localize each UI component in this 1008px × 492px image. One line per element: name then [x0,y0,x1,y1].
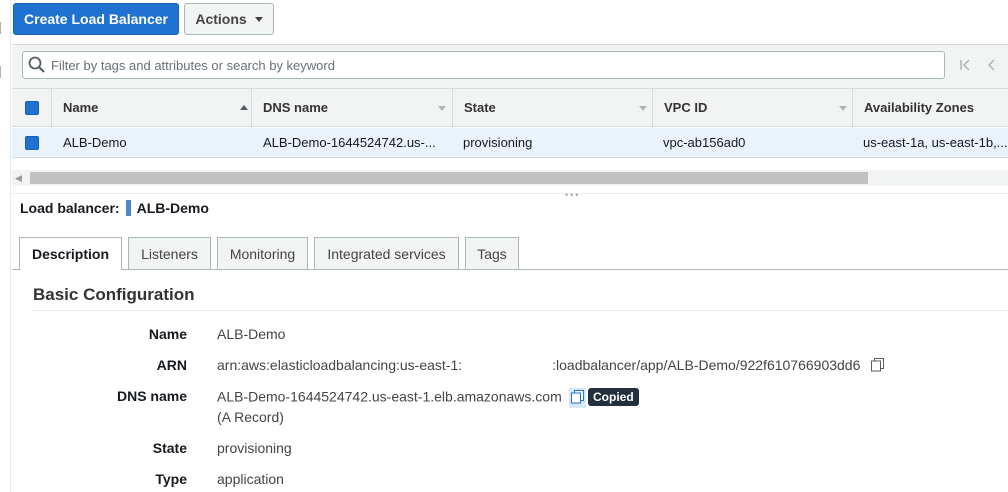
load-balancer-icon [125,200,131,216]
tab-integrated-services[interactable]: Integrated services [314,237,459,269]
field-label-arn: ARN [156,357,187,373]
search-placeholder: Filter by tags and attributes or search … [51,57,335,73]
chevron-down-icon [254,16,263,22]
select-all-checkbox[interactable] [25,89,41,126]
section-divider [33,310,1008,311]
tab-tags[interactable]: Tags [465,237,519,269]
column-header-dns[interactable]: DNS name [251,89,452,126]
column-header-label: Availability Zones [864,100,975,115]
sort-icon [639,106,647,111]
copied-tooltip: Copied [588,388,639,406]
field-label-state: State [152,440,187,456]
sort-icon [438,106,446,111]
field-label-dns: DNS name [116,388,187,404]
panel-divider [12,193,1008,194]
nav-edge-mark [0,66,5,78]
field-value-name: ALB-Demo [217,326,286,342]
checkbox-icon [25,135,39,150]
nav-edge-mark [0,22,5,34]
copy-arn-icon[interactable] [870,357,885,375]
detail-header-label: Load balancer: [20,200,120,216]
column-header-label: DNS name [263,100,329,115]
column-header-label: State [464,100,496,115]
field-value-dns-record: (A Record) [217,409,284,425]
detail-header: Load balancer: ALB-Demo [20,199,209,217]
field-value-arn: arn:aws:elasticloadbalancing:us-east-1::… [217,357,885,375]
column-header-label: Name [63,100,99,115]
column-header-name[interactable]: Name [51,89,251,126]
table-header: Name DNS name State VPC ID Availability … [12,88,1008,127]
search-icon [23,52,51,78]
tab-monitoring[interactable]: Monitoring [217,237,308,269]
field-value-state: provisioning [217,440,292,456]
dns-value: ALB-Demo-1644524742.us-east-1.elb.amazon… [217,388,562,405]
detail-header-name: ALB-Demo [136,200,209,216]
column-header-vpc[interactable]: VPC ID [652,89,852,126]
left-nav-edge [0,0,11,492]
field-value-type: application [217,471,284,487]
cell-dns: ALB-Demo-1644524742.us-... [263,135,436,150]
row-checkbox[interactable] [25,128,41,157]
scroll-left-icon[interactable]: ◀ [15,173,22,184]
column-header-label: VPC ID [664,100,708,115]
scrollbar-thumb[interactable] [30,172,868,184]
arn-prefix: arn:aws:elasticloadbalancing:us-east-1: [217,357,463,373]
sort-icon [839,106,847,111]
cell-az: us-east-1a, us-east-1b,... [863,135,1008,150]
resize-handle[interactable]: ••• [565,190,580,200]
actions-label: Actions [195,11,247,27]
actions-dropdown-button[interactable]: Actions [184,3,274,35]
cell-vpc: vpc-ab156ad0 [663,135,746,150]
tab-listeners[interactable]: Listeners [128,237,211,269]
arn-suffix: :loadbalancer/app/ALB-Demo/922f610766903… [552,357,861,373]
checkbox-icon [25,100,39,115]
sort-ascending-icon [240,105,248,110]
column-header-state[interactable]: State [452,89,652,126]
field-label-type: Type [155,471,187,487]
previous-page-icon[interactable] [984,57,998,73]
copy-dns-icon[interactable] [568,388,586,408]
field-label-name: Name [148,326,187,342]
tabs-divider [12,269,1008,270]
horizontal-scrollbar[interactable]: ◀ [12,170,1008,186]
field-value-dns: ALB-Demo-1644524742.us-east-1.elb.amazon… [217,388,586,408]
search-input[interactable]: Filter by tags and attributes or search … [22,51,945,79]
cell-state: provisioning [463,135,533,150]
table-row[interactable]: ALB-Demo ALB-Demo-1644524742.us-... prov… [12,128,1008,158]
section-title: Basic Configuration [33,285,195,304]
tab-description[interactable]: Description [19,237,122,270]
create-load-balancer-button[interactable]: Create Load Balancer [13,3,179,35]
cell-name: ALB-Demo [63,135,127,150]
column-header-az[interactable]: Availability Zones [852,89,1008,126]
first-page-icon[interactable] [958,57,972,73]
